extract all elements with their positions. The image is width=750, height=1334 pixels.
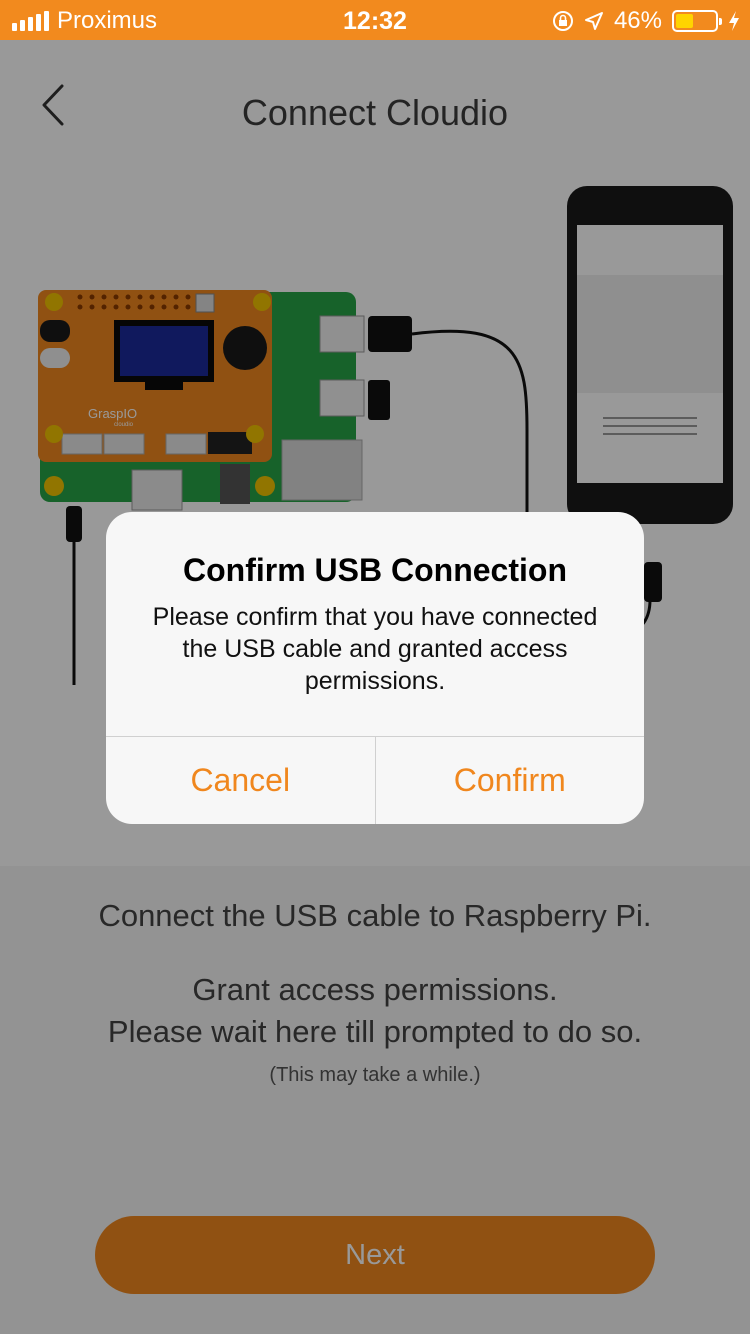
status-bar: Proximus 12:32 46% (0, 0, 750, 40)
dialog-message: Please confirm that you have connected t… (152, 603, 598, 695)
battery-percent: 46% (613, 7, 662, 34)
cancel-button[interactable]: Cancel (106, 737, 375, 824)
location-icon (584, 12, 603, 30)
dialog-title: Confirm USB Connection (183, 552, 567, 588)
confirm-button[interactable]: Confirm (374, 737, 645, 824)
dialog-button-row: Cancel Confirm (106, 736, 644, 824)
confirm-usb-dialog: Confirm USB Connection Please confirm th… (106, 512, 644, 824)
battery-icon (672, 10, 722, 32)
charging-icon (729, 11, 739, 31)
orientation-lock-icon (552, 11, 573, 31)
status-right: 46% (552, 7, 740, 35)
